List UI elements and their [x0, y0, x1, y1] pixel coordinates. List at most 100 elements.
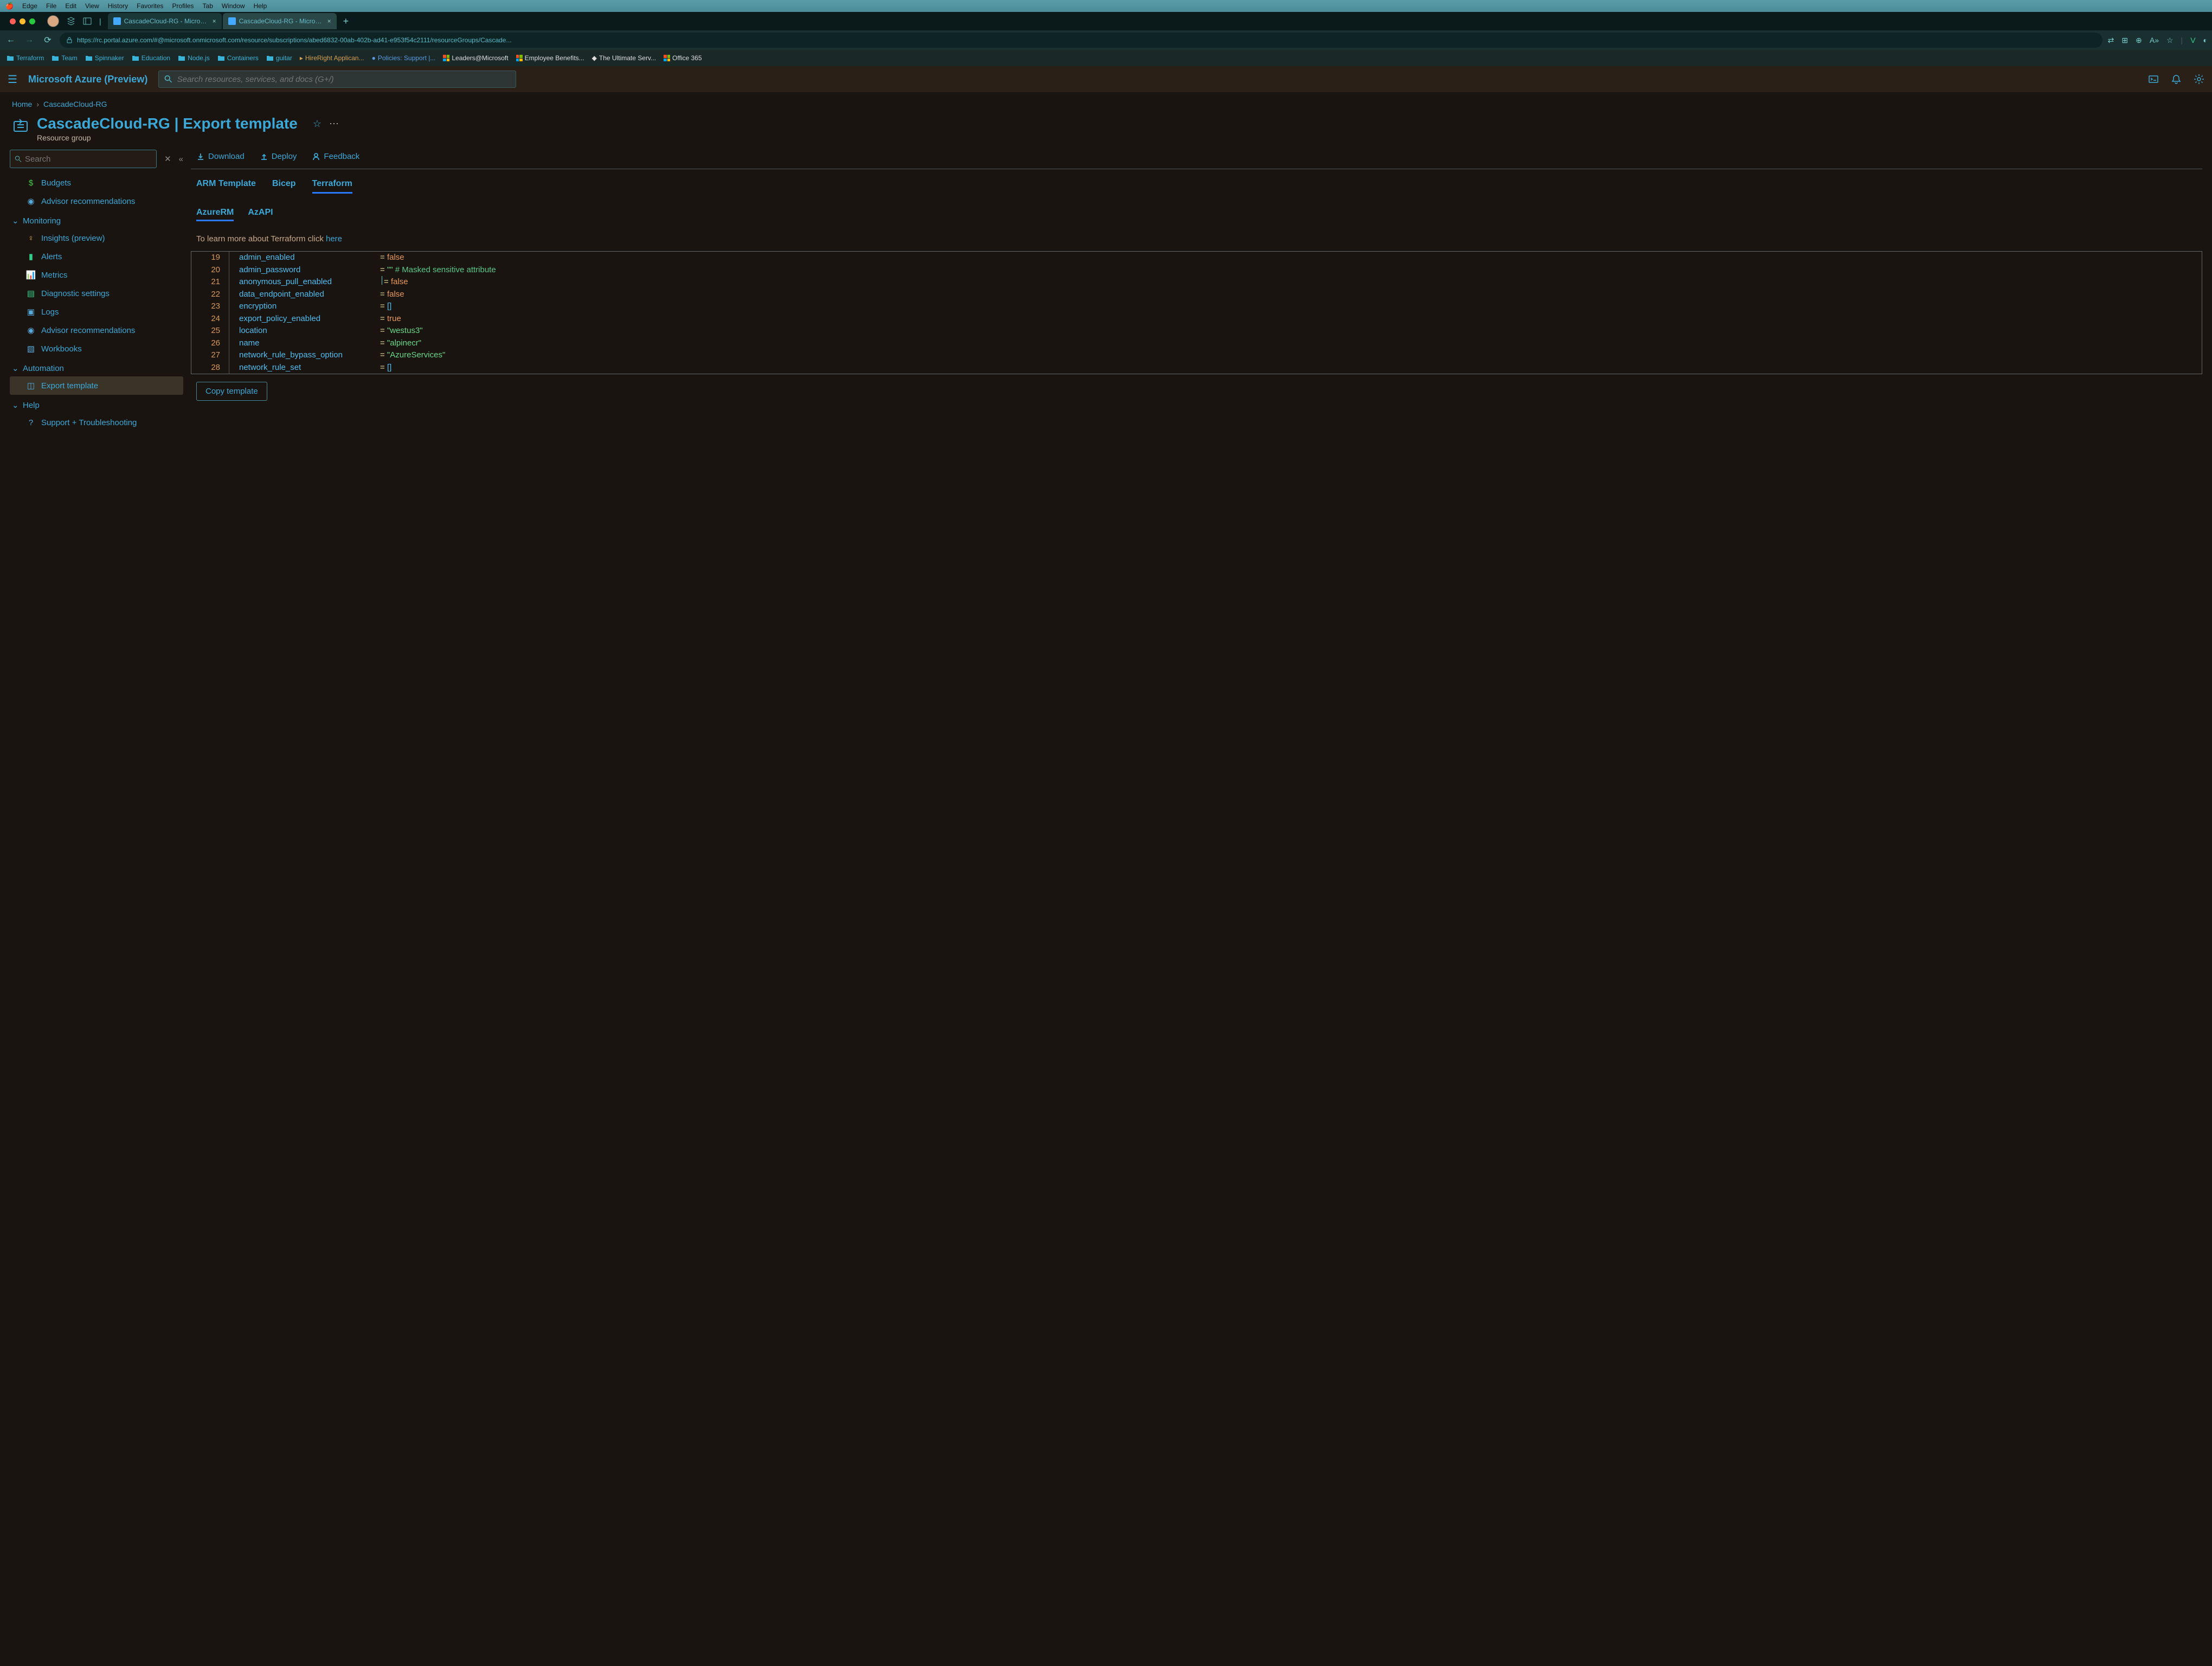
sidebar-item-budgets[interactable]: $ Budgets — [10, 174, 183, 192]
menu-item[interactable]: View — [85, 2, 99, 10]
download-button[interactable]: Download — [196, 152, 245, 161]
refresh-button[interactable]: ⟳ — [41, 35, 54, 46]
bookmark-folder[interactable]: Node.js — [176, 54, 212, 62]
minimize-window-icon[interactable] — [20, 18, 25, 24]
profile-avatar-icon[interactable] — [47, 15, 59, 27]
breadcrumb-home[interactable]: Home — [12, 100, 32, 108]
window-controls[interactable] — [4, 18, 41, 24]
menu-item[interactable]: Edit — [65, 2, 76, 10]
address-bar[interactable]: https://rc.portal.azure.com/#@microsoft.… — [60, 33, 2102, 48]
new-tab-button[interactable]: + — [338, 16, 355, 27]
read-aloud-icon[interactable]: A» — [2150, 36, 2159, 44]
bookmark-folder[interactable]: Spinnaker — [83, 54, 126, 62]
tab-terraform[interactable]: Terraform — [312, 179, 352, 194]
lock-icon — [66, 37, 73, 43]
collapse-icon[interactable]: « — [179, 155, 183, 164]
bookmark[interactable]: Office 365 — [661, 54, 704, 62]
workspaces-icon[interactable] — [67, 17, 75, 25]
more-icon[interactable]: ⋯ — [329, 118, 339, 130]
sidebar-item-advisor2[interactable]: ◉Advisor recommendations — [10, 321, 183, 339]
portal-title[interactable]: Microsoft Azure (Preview) — [28, 74, 147, 85]
sidebar-item-alerts[interactable]: ▮Alerts — [10, 247, 183, 266]
sidebar-item-export-template[interactable]: ◫Export template — [10, 376, 183, 395]
bookmark-folder[interactable]: guitar — [264, 54, 294, 62]
browser-tab-row: | CascadeCloud-RG - Microsoft A × Cascad… — [0, 12, 2212, 30]
menu-item[interactable]: Tab — [203, 2, 213, 10]
sidebar-item-logs[interactable]: ▣Logs — [10, 303, 183, 321]
copilot-icon[interactable]: ◐ — [2203, 36, 2208, 44]
code-editor[interactable]: 19admin_enabled = false20admin_password … — [191, 251, 2202, 374]
portal-top-bar: ☰ Microsoft Azure (Preview) — [0, 66, 2212, 92]
favorite-icon[interactable]: ☆ — [2166, 36, 2174, 45]
sidebar-item-diagnostic[interactable]: ▤Diagnostic settings — [10, 284, 183, 303]
sidebar-icon[interactable] — [83, 17, 92, 25]
menu-item[interactable]: History — [108, 2, 128, 10]
bookmark[interactable]: Employee Benefits... — [514, 54, 587, 62]
sidebar-section-monitoring[interactable]: ⌄ Monitoring — [10, 210, 183, 229]
tab-bicep[interactable]: Bicep — [272, 179, 296, 194]
menu-item[interactable]: Profiles — [172, 2, 194, 10]
notifications-icon[interactable] — [2171, 74, 2182, 85]
sidebar-item-advisor[interactable]: ◉ Advisor recommendations — [10, 192, 183, 210]
close-tab-icon[interactable]: × — [327, 17, 331, 25]
sidebar-section-automation[interactable]: ⌄ Automation — [10, 358, 183, 376]
sidebar-item-workbooks[interactable]: ▧Workbooks — [10, 339, 183, 358]
hint-link[interactable]: here — [326, 234, 342, 244]
close-window-icon[interactable] — [10, 18, 16, 24]
hint-text: To learn more about Terraform click here — [191, 221, 2202, 249]
sidebar-section-help[interactable]: ⌄ Help — [10, 395, 183, 413]
bookmark-folder[interactable]: Education — [130, 54, 172, 62]
bookmark[interactable]: Leaders@Microsoft — [441, 54, 510, 62]
close-icon[interactable]: ✕ — [164, 154, 171, 164]
back-button[interactable]: ← — [4, 35, 17, 45]
subtab-azurerm[interactable]: AzureRM — [196, 208, 234, 221]
sidebar-item-insights[interactable]: ♀Insights (preview) — [10, 229, 183, 247]
metrics-icon: 📊 — [26, 270, 36, 280]
bookmark-folder[interactable]: Containers — [215, 54, 261, 62]
vpn-icon[interactable]: V — [2190, 36, 2195, 44]
sidebar-search-input[interactable] — [25, 155, 152, 164]
insights-icon: ♀ — [26, 233, 36, 243]
forward-button[interactable]: → — [23, 35, 36, 45]
breadcrumb-current[interactable]: CascadeCloud-RG — [43, 100, 107, 108]
sidebar-item-support[interactable]: ?Support + Troubleshooting — [10, 413, 183, 432]
close-tab-icon[interactable]: × — [213, 17, 216, 25]
browser-tab[interactable]: CascadeCloud-RG - Microsoft A × — [108, 13, 222, 29]
cloud-shell-icon[interactable] — [2148, 74, 2159, 85]
subtab-azapi[interactable]: AzAPI — [248, 208, 273, 221]
bookmark-folder[interactable]: Terraform — [4, 54, 46, 62]
chevron-down-icon: ⌄ — [12, 400, 18, 410]
portal-search[interactable] — [158, 71, 516, 88]
menu-item[interactable]: File — [46, 2, 56, 10]
sidebar-item-metrics[interactable]: 📊Metrics — [10, 266, 183, 284]
settings-icon[interactable] — [2194, 74, 2204, 85]
bookmark[interactable]: ◆ The Ultimate Serv... — [590, 54, 658, 62]
bookmarks-bar: Terraform Team Spinnaker Education Node.… — [0, 50, 2212, 66]
deploy-button[interactable]: Deploy — [260, 152, 297, 161]
hamburger-icon[interactable]: ☰ — [8, 73, 17, 86]
copy-template-button[interactable]: Copy template — [196, 382, 267, 401]
portal-search-input[interactable] — [177, 75, 511, 84]
bookmark-folder[interactable]: Team — [49, 54, 79, 62]
bookmark[interactable]: ● Policies: Support |... — [370, 54, 438, 62]
menu-item[interactable]: Window — [222, 2, 245, 10]
sidebar-search[interactable] — [10, 150, 157, 168]
translate-icon[interactable]: ⇄ — [2108, 36, 2114, 45]
tab-arm[interactable]: ARM Template — [196, 179, 256, 194]
maximize-window-icon[interactable] — [29, 18, 35, 24]
collections-icon[interactable]: ⊞ — [2121, 36, 2128, 45]
bookmark[interactable]: ▸ HireRight Applican... — [298, 54, 366, 62]
workbook-icon: ▧ — [26, 344, 36, 354]
menu-item[interactable]: Favorites — [137, 2, 163, 10]
menu-item[interactable]: Help — [254, 2, 267, 10]
chevron-down-icon: ⌄ — [12, 363, 18, 373]
apple-icon[interactable]: 🍎 — [5, 2, 14, 10]
zoom-icon[interactable]: ⊕ — [2136, 36, 2142, 45]
pin-icon[interactable]: ☆ — [313, 118, 321, 130]
menu-item[interactable]: Edge — [22, 2, 37, 10]
browser-tab[interactable]: CascadeCloud-RG - Microsoft A × — [223, 13, 337, 29]
azure-favicon-icon — [228, 17, 236, 25]
feedback-button[interactable]: Feedback — [312, 152, 359, 161]
azure-favicon-icon — [113, 17, 121, 25]
toolbar: Download Deploy Feedback — [191, 150, 2202, 169]
